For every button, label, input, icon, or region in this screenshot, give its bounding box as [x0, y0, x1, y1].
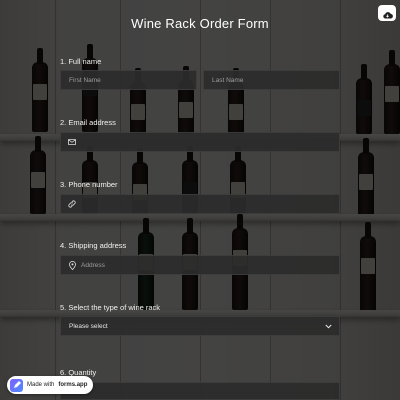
first-name-input[interactable]: First Name: [60, 70, 197, 90]
address-placeholder: Address: [81, 261, 105, 269]
email-input[interactable]: [60, 132, 340, 152]
made-with-forms-app-badge[interactable]: Made with forms.app: [7, 376, 94, 394]
question-label-shipping: 4. Shipping address: [60, 241, 127, 250]
envelope-icon: [67, 137, 77, 147]
question-label-phone: 3. Phone number: [60, 180, 118, 189]
rack-type-selected-value: Please select: [69, 322, 108, 330]
forms-app-logo-icon: [10, 378, 23, 392]
phone-icon: [67, 199, 77, 209]
form-title: Wine Rack Order Form: [131, 16, 269, 31]
order-form: Wine Rack Order Form 1. Full name First …: [0, 0, 400, 400]
question-label-full-name: 1. Full name: [60, 57, 102, 66]
cloud-save-button[interactable]: [378, 5, 396, 21]
location-pin-icon: [67, 260, 77, 270]
last-name-input[interactable]: Last Name: [203, 70, 340, 90]
quantity-input[interactable]: [60, 382, 340, 400]
first-name-placeholder: First Name: [69, 76, 101, 84]
cloud-icon: [382, 4, 393, 23]
question-label-email: 2. Email address: [60, 118, 116, 127]
phone-input[interactable]: [60, 194, 340, 214]
question-label-rack-type: 5. Select the type of wine rack: [60, 303, 161, 312]
badge-brand: forms.app: [58, 382, 88, 388]
chevron-down-icon: [324, 322, 333, 331]
address-input[interactable]: Address: [60, 255, 340, 275]
rack-type-select[interactable]: Please select: [60, 316, 340, 336]
last-name-placeholder: Last Name: [212, 76, 244, 84]
badge-prefix: Made with: [27, 382, 55, 388]
